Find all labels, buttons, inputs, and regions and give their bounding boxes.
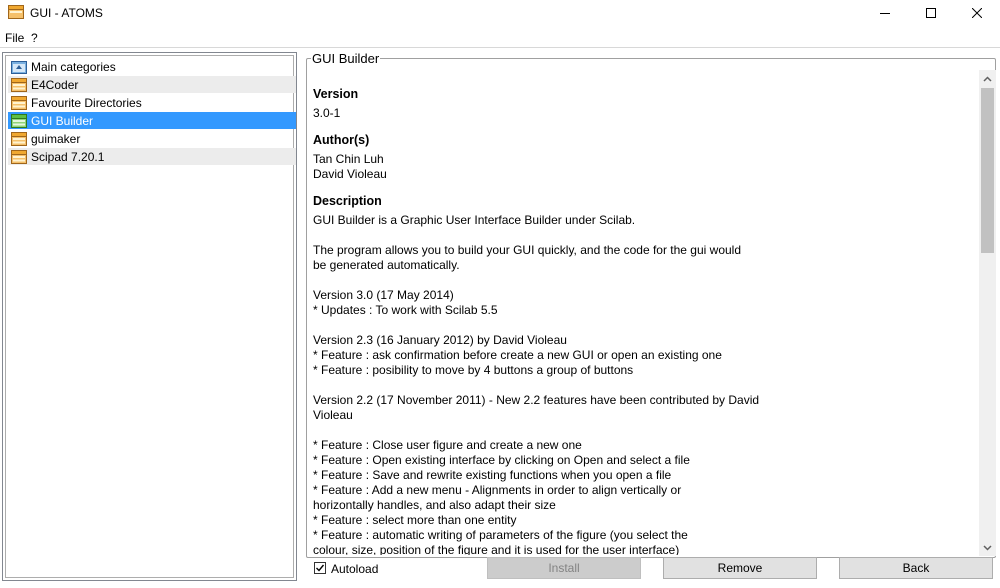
details-scrollbar[interactable] (979, 70, 996, 556)
remove-button[interactable]: Remove (663, 557, 817, 579)
menu-help[interactable]: ? (31, 31, 38, 45)
description-heading: Description (313, 194, 382, 208)
description-line: be generated automatically. (313, 258, 460, 272)
list-item-label: Main categories (31, 59, 116, 74)
scroll-thumb[interactable] (981, 88, 994, 253)
maximize-icon (926, 8, 936, 18)
module-list-panel: Main categories E4Coder Favourite Direct… (2, 52, 297, 581)
description-line: * Feature : Open existing interface by c… (313, 453, 690, 467)
remove-button-label: Remove (717, 561, 763, 575)
menu-divider (0, 47, 1000, 48)
checkmark-icon (316, 564, 325, 572)
list-item-favourite-directories[interactable]: Favourite Directories (8, 94, 296, 111)
package-icon (11, 131, 27, 146)
description-line: * Feature : Add a new menu - Alignments … (313, 483, 682, 497)
description-line: * Feature : Close user figure and create… (313, 438, 582, 452)
atoms-package-icon (8, 5, 24, 19)
description-line: * Feature : ask confirmation before crea… (313, 348, 722, 362)
maximize-button[interactable] (908, 0, 954, 26)
module-details-title: GUI Builder (311, 51, 381, 66)
list-item-label: Scipad 7.20.1 (31, 149, 105, 164)
minimize-icon (880, 13, 890, 14)
back-button-label: Back (902, 561, 930, 575)
description-line: The program allows you to build your GUI… (313, 243, 742, 257)
description-line: Version 3.0 (17 May 2014) (313, 288, 454, 302)
version-heading: Version (313, 87, 359, 101)
window-title: GUI - ATOMS (30, 6, 103, 20)
description-line: GUI Builder is a Graphic User Interface … (313, 213, 636, 227)
close-icon (972, 8, 982, 18)
menu-bar: File ? (0, 28, 1000, 46)
package-icon (11, 77, 27, 92)
list-item-scipad[interactable]: Scipad 7.20.1 (8, 148, 296, 165)
list-item-label: guimaker (31, 131, 81, 146)
description-line: * Feature : posibility to move by 4 butt… (313, 363, 634, 377)
description-line: horizontally handles, and also adapt the… (313, 498, 556, 512)
scroll-up-button[interactable] (979, 70, 996, 87)
description-line: * Feature : select more than one entity (313, 513, 517, 527)
install-button-label: Install (548, 561, 580, 575)
minimize-button[interactable] (862, 0, 908, 26)
module-list[interactable]: Main categories E4Coder Favourite Direct… (5, 55, 296, 578)
author-line: Tan Chin Luh (313, 152, 384, 166)
list-item-label: E4Coder (31, 77, 79, 92)
package-installed-icon (11, 113, 27, 128)
list-item-e4coder[interactable]: E4Coder (8, 76, 296, 93)
list-item-main-categories[interactable]: Main categories (8, 58, 296, 75)
module-details-content: Version 3.0-1 Author(s) Tan Chin Luh Dav… (309, 70, 977, 555)
list-item-gui-builder[interactable]: GUI Builder (8, 112, 296, 129)
folder-up-icon (11, 60, 27, 74)
description-line: * Updates : To work with Scilab 5.5 (313, 303, 498, 317)
scroll-down-button[interactable] (979, 539, 996, 556)
back-button[interactable]: Back (839, 557, 993, 579)
menu-file[interactable]: File (5, 31, 24, 45)
description-line: * Feature : automatic writing of paramet… (313, 528, 688, 542)
package-icon (11, 95, 27, 110)
author-line: David Violeau (313, 167, 387, 181)
description-line: colour, size, position of the figure and… (313, 543, 680, 555)
autoload-checkbox[interactable] (314, 562, 326, 574)
package-icon (11, 149, 27, 164)
list-item-guimaker[interactable]: guimaker (8, 130, 296, 147)
list-item-label: Favourite Directories (31, 95, 142, 110)
chevron-down-icon (983, 544, 992, 551)
close-button[interactable] (954, 0, 1000, 26)
chevron-up-icon (983, 75, 992, 82)
install-button[interactable]: Install (487, 557, 641, 579)
autoload-label: Autoload (331, 562, 379, 576)
description-line: * Feature : Save and rewrite existing fu… (313, 468, 672, 482)
list-item-label: GUI Builder (31, 113, 94, 128)
version-value: 3.0-1 (313, 106, 341, 120)
description-line: Violeau (313, 408, 353, 422)
authors-heading: Author(s) (313, 133, 370, 147)
title-bar: GUI - ATOMS (0, 0, 1000, 26)
description-line: Version 2.3 (16 January 2012) by David V… (313, 333, 567, 347)
description-line: Version 2.2 (17 November 2011) - New 2.2… (313, 393, 760, 407)
